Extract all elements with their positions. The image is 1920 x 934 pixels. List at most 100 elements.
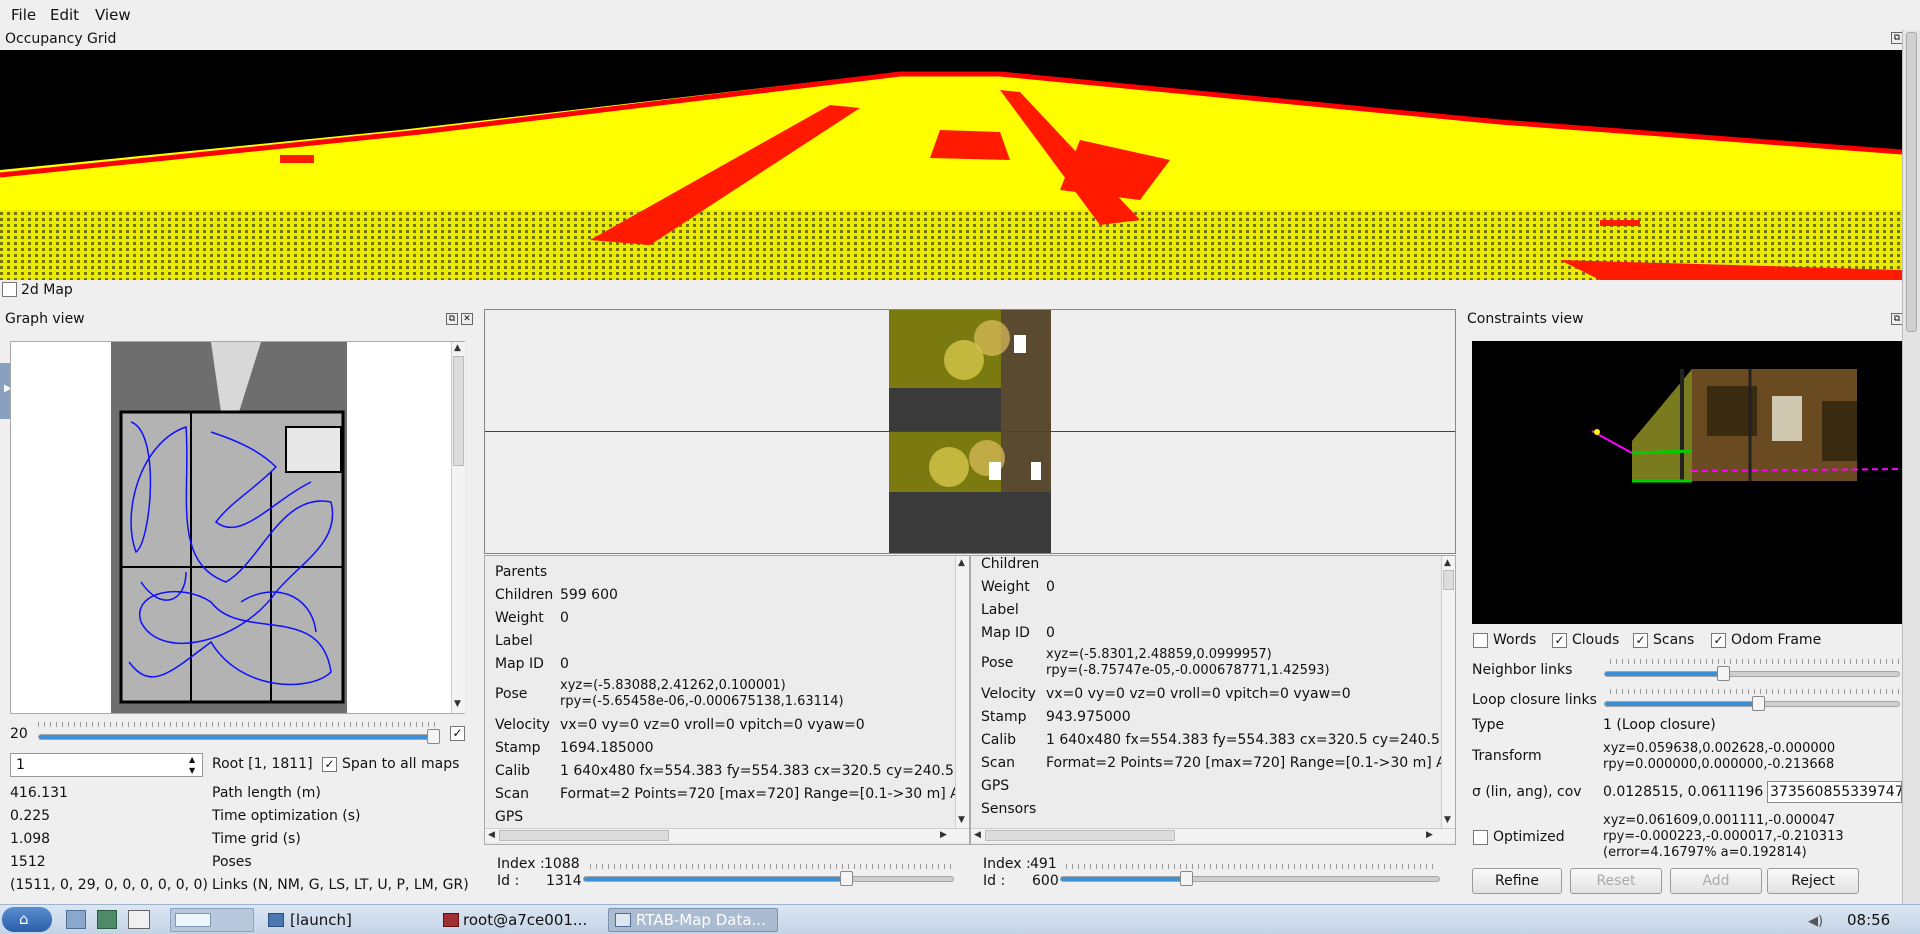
info-value: vx=0 vy=0 vz=0 vroll=0 vpitch=0 vyaw=0 — [560, 717, 865, 733]
menu-file[interactable]: File — [11, 6, 36, 24]
right-info-hscroll[interactable]: ◀ ▶ — [971, 828, 1455, 842]
file-manager-icon[interactable] — [66, 910, 86, 929]
refine-button[interactable]: Refine — [1472, 868, 1562, 894]
info-value: xyz=(-5.8301,2.48859,0.0999957) — [1046, 647, 1272, 662]
scroll-right-arrow[interactable]: ▶ — [940, 831, 947, 840]
loop-slider-fill — [1605, 702, 1758, 706]
right-node-slider[interactable] — [1060, 871, 1440, 886]
left-index-value: 1088 — [544, 856, 580, 872]
float-icon[interactable]: ⧉ — [446, 313, 458, 325]
left-info-hscroll[interactable]: ◀ ▶ — [485, 828, 969, 842]
window-vertical-scrollbar[interactable] — [1902, 30, 1920, 904]
info-key: Weight — [495, 610, 544, 626]
time-optimization-value: 0.225 — [10, 808, 51, 824]
scroll-thumb[interactable] — [499, 830, 669, 841]
info-value: rpy=(-5.65458e-06,-0.000675138,1.63114) — [560, 694, 844, 709]
graph-slider-checkbox[interactable]: ✓ — [450, 726, 465, 741]
info-value: 0 — [1046, 579, 1055, 595]
scroll-thumb[interactable] — [1906, 32, 1917, 332]
task-terminal[interactable]: root@a7ce001... — [463, 908, 587, 932]
right-node-image[interactable] — [889, 432, 1051, 553]
map-2d-checkbox[interactable] — [2, 282, 17, 297]
sigma-label: σ (lin, ang), cov — [1472, 784, 1582, 800]
scroll-thumb[interactable] — [1443, 570, 1454, 590]
root-range-label: Root [1, 1811] — [212, 756, 313, 772]
neighbor-links-slider[interactable] — [1604, 666, 1900, 681]
scroll-left-arrow[interactable]: ◀ — [974, 831, 981, 840]
root-id-value: 1 — [16, 757, 25, 773]
left-node-image[interactable] — [889, 310, 1051, 431]
words-checkbox[interactable] — [1473, 633, 1488, 648]
info-value: 943.975000 — [1046, 709, 1131, 725]
right-id-label: Id : — [983, 873, 1006, 889]
task-rtabmap[interactable]: RTAB-Map Data... — [636, 908, 766, 932]
left-slider-ticks — [590, 864, 954, 869]
time-grid-label: Time grid (s) — [212, 831, 301, 847]
poses-value: 1512 — [10, 854, 46, 870]
constraints-view-title: Constraints view — [1467, 311, 1584, 327]
right-slider-knob[interactable] — [1179, 871, 1193, 886]
info-key: Pose — [981, 655, 1014, 671]
graph-slider-knob[interactable] — [427, 729, 440, 744]
scroll-left-arrow[interactable]: ◀ — [488, 831, 495, 840]
add-button[interactable]: Add — [1670, 868, 1762, 894]
scroll-right-arrow[interactable]: ▶ — [1426, 831, 1433, 840]
scroll-down-arrow[interactable]: ▼ — [1444, 816, 1451, 825]
loop-closure-slider[interactable] — [1604, 696, 1900, 711]
browser-icon[interactable] — [97, 910, 117, 929]
odom-frame-checkbox[interactable]: ✓ — [1711, 633, 1726, 648]
graph-vertical-scrollbar[interactable]: ▲ ▼ — [451, 342, 465, 713]
neighbor-slider-knob[interactable] — [1716, 666, 1730, 681]
left-node-slider[interactable] — [583, 871, 954, 886]
right-info-vscroll[interactable]: ▲ ▼ — [1441, 556, 1455, 828]
workspace-switcher[interactable] — [170, 908, 254, 932]
info-value: 0 — [560, 610, 569, 626]
volume-icon[interactable]: ◀) — [1808, 914, 1823, 929]
left-info-vscroll[interactable]: ▲ ▼ — [955, 556, 969, 828]
scans-checkbox[interactable]: ✓ — [1633, 633, 1648, 648]
info-key: Calib — [981, 732, 1017, 748]
start-menu-button[interactable]: ⌂ — [2, 907, 52, 932]
graph-iteration-slider[interactable] — [38, 729, 440, 744]
spin-down-icon[interactable]: ▼ — [189, 766, 195, 775]
rtabmap-app-icon — [615, 913, 631, 927]
task-launch[interactable]: [launch] — [290, 908, 352, 932]
spin-up-icon[interactable]: ▲ — [189, 755, 195, 764]
graph-view-canvas[interactable]: ▲ ▼ — [10, 341, 465, 714]
occupancy-grid-view[interactable] — [0, 50, 1903, 280]
info-key: Sensors — [981, 801, 1037, 817]
span-all-maps-checkbox[interactable]: ✓ — [322, 757, 337, 772]
graph-slider-fill — [39, 735, 434, 739]
clouds-checkbox[interactable]: ✓ — [1552, 633, 1567, 648]
reject-button[interactable]: Reject — [1767, 868, 1859, 894]
workspace-1[interactable] — [175, 913, 211, 927]
reset-button[interactable]: Reset — [1570, 868, 1662, 894]
scroll-thumb[interactable] — [453, 356, 464, 466]
info-key: Children — [495, 587, 554, 603]
menu-edit[interactable]: Edit — [50, 6, 79, 24]
terminal-icon — [443, 913, 459, 927]
loop-slider-knob[interactable] — [1751, 696, 1765, 711]
info-key: Children — [981, 556, 1040, 572]
scroll-down-arrow[interactable]: ▼ — [454, 700, 461, 709]
left-slider-knob[interactable] — [839, 871, 853, 886]
scroll-thumb[interactable] — [985, 830, 1175, 841]
info-value: 0 — [560, 656, 569, 672]
info-key: Pose — [495, 686, 528, 702]
odom-frame-label: Odom Frame — [1731, 632, 1822, 648]
scroll-up-arrow[interactable]: ▲ — [454, 344, 461, 353]
covariance-field[interactable]: 373560855339747 — [1767, 781, 1902, 803]
close-icon[interactable]: ✕ — [461, 313, 473, 325]
scroll-down-arrow[interactable]: ▼ — [958, 816, 965, 825]
optimized-checkbox[interactable] — [1473, 830, 1488, 845]
info-value: xyz=(-5.83088,2.41262,0.100001) — [560, 678, 786, 693]
scroll-up-arrow[interactable]: ▲ — [958, 559, 965, 568]
menu-view[interactable]: View — [95, 6, 131, 24]
info-value: vx=0 vy=0 vz=0 vroll=0 vpitch=0 vyaw=0 — [1046, 686, 1351, 702]
constraints-3d-view[interactable] — [1472, 341, 1903, 624]
root-id-spinbox[interactable]: 1 ▲ ▼ — [10, 753, 203, 777]
window-icon[interactable] — [128, 910, 150, 929]
poses-label: Poses — [212, 854, 252, 870]
covariance-value: 373560855339747 — [1770, 784, 1902, 800]
scroll-up-arrow[interactable]: ▲ — [1444, 559, 1451, 568]
